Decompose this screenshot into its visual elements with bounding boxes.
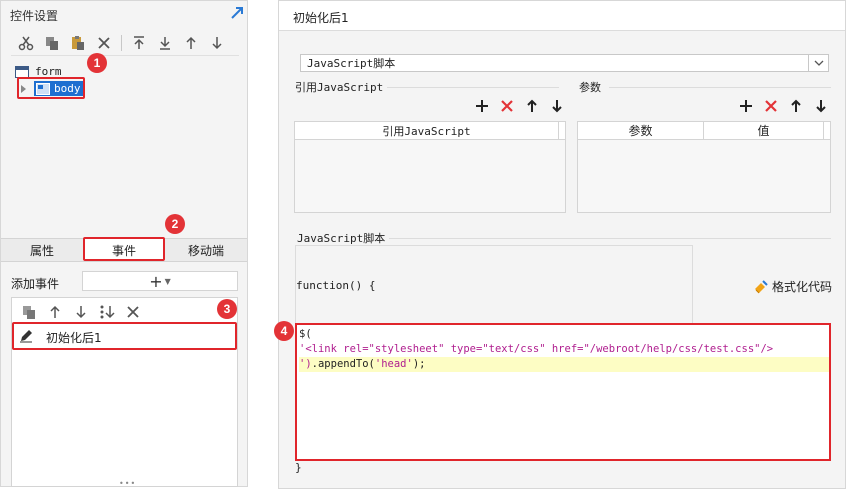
- broom-icon: [753, 279, 769, 295]
- add-event-label: 添加事件: [11, 277, 60, 291]
- column-spacer: [559, 122, 565, 139]
- cut-icon[interactable]: [15, 33, 37, 53]
- ref-js-toolbar: [465, 98, 565, 114]
- closing-brace: }: [295, 461, 302, 474]
- table-header: 参数 值: [578, 122, 830, 140]
- toolbar-divider: [11, 55, 239, 56]
- move-down-icon[interactable]: [549, 98, 565, 114]
- code-line-2: '<link rel="stylesheet" type="text/css" …: [299, 342, 773, 357]
- delete-icon[interactable]: [763, 98, 779, 114]
- column-header-param: 参数: [578, 122, 704, 139]
- toolbar-separator: [121, 35, 122, 51]
- move-down-icon[interactable]: [206, 33, 228, 53]
- section-divider: [387, 87, 559, 88]
- delete-icon[interactable]: [122, 302, 144, 322]
- dropdown-caret-icon: ▼: [164, 276, 171, 286]
- code-line-3: ').appendTo('head');: [299, 357, 829, 372]
- move-up-icon[interactable]: [180, 33, 202, 53]
- column-header-value: 值: [704, 122, 824, 139]
- table-header: 引用JavaScript: [295, 122, 565, 140]
- params-table[interactable]: 参数 值: [577, 121, 831, 213]
- paste-icon[interactable]: [67, 33, 89, 53]
- highlight-box-2: [83, 237, 165, 261]
- copy-icon[interactable]: [18, 302, 40, 322]
- ref-js-section-label: 引用JavaScript: [295, 81, 384, 94]
- expand-icon[interactable]: [229, 5, 245, 21]
- code-token: );: [412, 358, 426, 370]
- editor-header: 初始化后1: [279, 1, 845, 31]
- move-bottom-icon[interactable]: [154, 33, 176, 53]
- params-section-label: 参数: [579, 81, 601, 94]
- script-type-select[interactable]: JavaScript脚本: [300, 54, 829, 72]
- control-settings-panel: 控件设置 form body 1 属性 事件 移动端 2 添加事件 + ▼ 初始…: [0, 0, 248, 488]
- callout-badge-1: 1: [87, 53, 107, 73]
- ref-js-table[interactable]: 引用JavaScript: [294, 121, 566, 213]
- move-up-icon[interactable]: [524, 98, 540, 114]
- code-token: '): [299, 358, 312, 370]
- callout-badge-4: 4: [274, 321, 294, 341]
- form-icon: [15, 65, 29, 78]
- code-token: .appendTo(: [311, 358, 375, 370]
- script-type-value: JavaScript脚本: [307, 57, 396, 70]
- resize-grip-icon[interactable]: •••: [119, 479, 136, 488]
- code-token: $(: [299, 328, 312, 340]
- panel-title: 控件设置: [10, 9, 59, 23]
- move-up-icon[interactable]: [44, 302, 66, 322]
- script-section-label: JavaScript脚本: [297, 232, 386, 245]
- copy-icon[interactable]: [41, 33, 63, 53]
- event-toolbar: [18, 302, 148, 322]
- add-event-button[interactable]: + ▼: [82, 271, 238, 291]
- move-down-icon[interactable]: [70, 302, 92, 322]
- code-editor[interactable]: $( '<link rel="stylesheet" type="text/cs…: [295, 323, 831, 461]
- format-code-label: 格式化代码: [772, 280, 833, 294]
- move-up-icon[interactable]: [788, 98, 804, 114]
- code-line-1: $(: [299, 327, 312, 342]
- params-toolbar: [729, 98, 829, 114]
- editor-title: 初始化后1: [293, 11, 349, 25]
- tree-toolbar: [15, 33, 232, 53]
- column-spacer: [824, 122, 830, 139]
- move-top-icon[interactable]: [128, 33, 150, 53]
- add-icon[interactable]: [738, 98, 754, 114]
- section-divider: [389, 238, 831, 239]
- highlight-box-3: [12, 322, 237, 350]
- callout-badge-3: 3: [217, 299, 237, 319]
- function-signature: function() {: [296, 279, 376, 292]
- code-token: '<link rel="stylesheet" type="text/css" …: [299, 343, 774, 355]
- tab-mobile[interactable]: 移动端: [165, 239, 247, 261]
- delete-icon[interactable]: [499, 98, 515, 114]
- tab-properties[interactable]: 属性: [1, 239, 83, 261]
- code-token: 'head': [374, 358, 413, 370]
- sort-icon[interactable]: [96, 302, 118, 322]
- highlight-box-1: [17, 77, 85, 99]
- add-icon[interactable]: [474, 98, 490, 114]
- plus-icon: +: [149, 271, 163, 291]
- callout-badge-2: 2: [165, 214, 185, 234]
- section-divider: [609, 87, 831, 88]
- delete-icon[interactable]: [93, 33, 115, 53]
- chevron-down-icon[interactable]: [808, 55, 828, 71]
- format-code-button[interactable]: 格式化代码: [753, 278, 832, 295]
- move-down-icon[interactable]: [813, 98, 829, 114]
- column-header-ref-js: 引用JavaScript: [295, 122, 559, 139]
- event-editor-panel: 初始化后1 JavaScript脚本 引用JavaScript 参数 引用Jav…: [274, 0, 846, 489]
